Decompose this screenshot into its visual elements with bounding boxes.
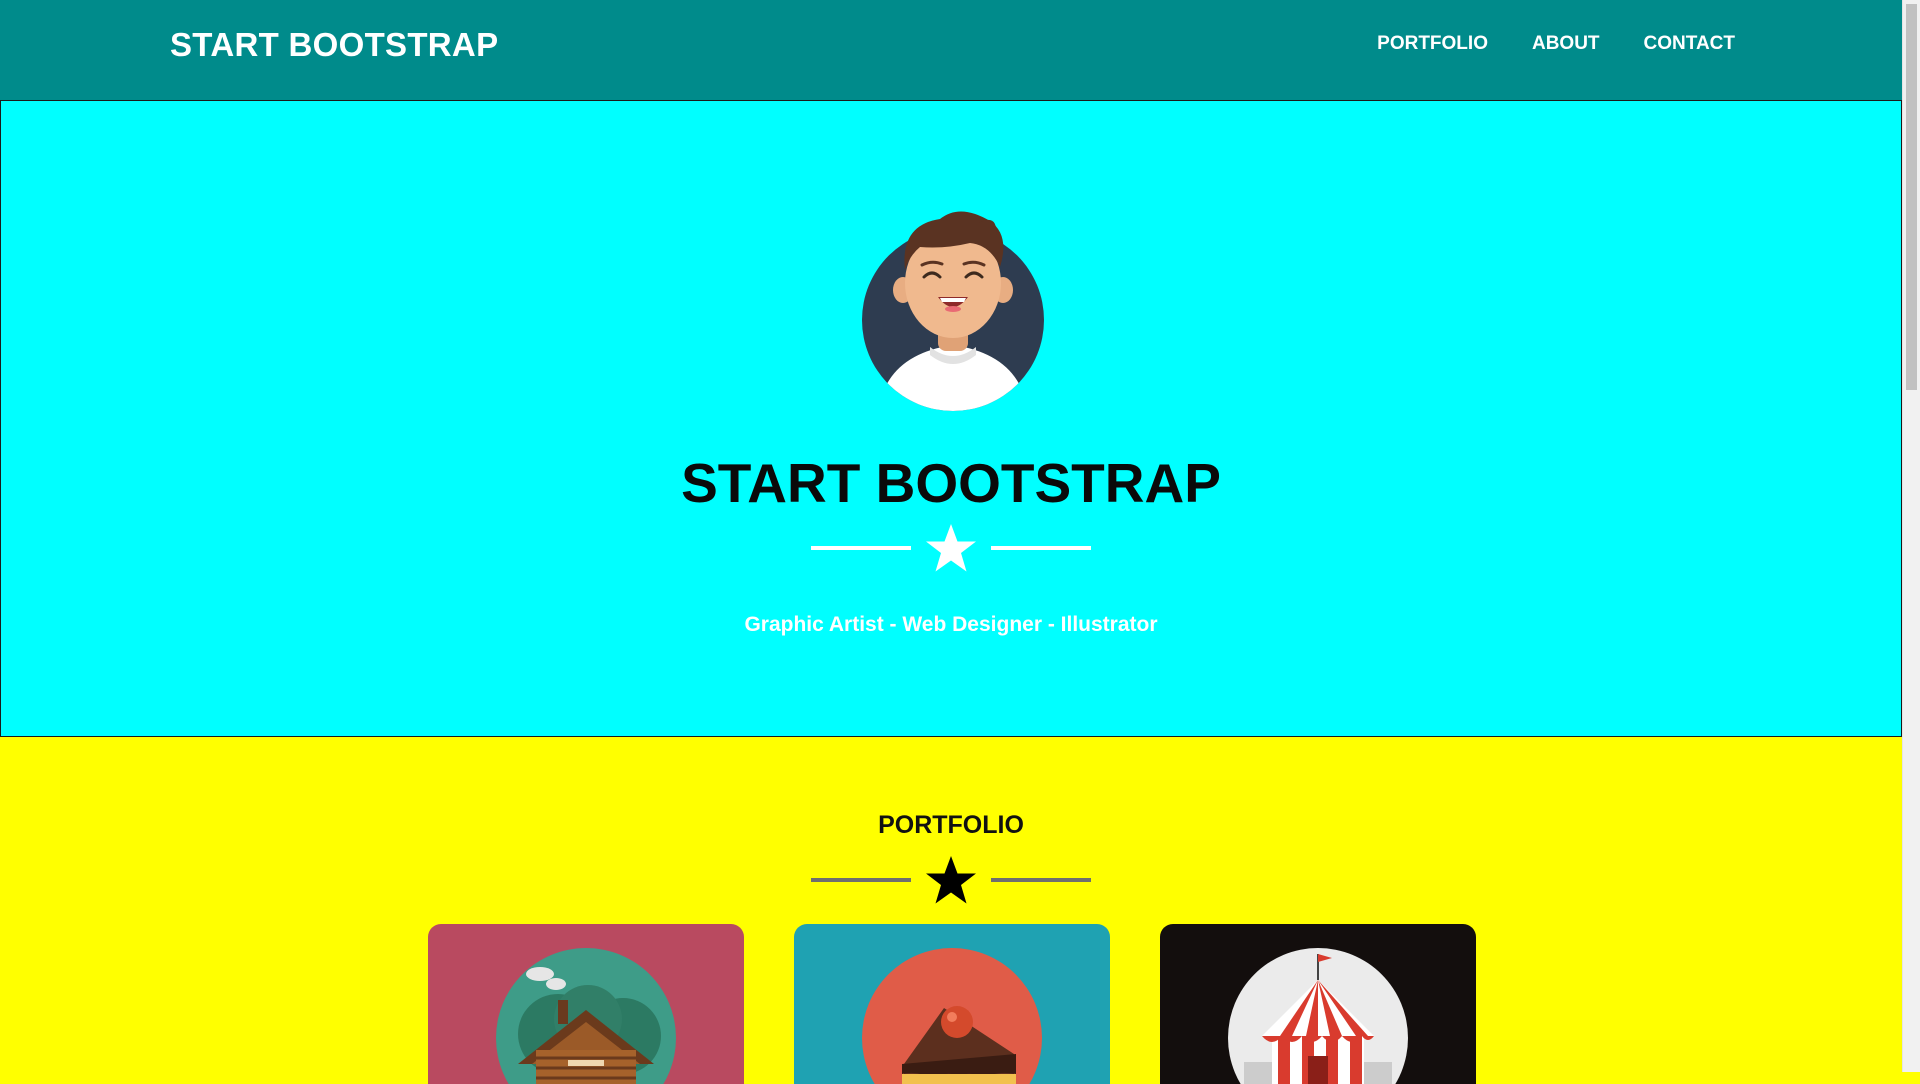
star-icon (926, 856, 976, 904)
hero-title: START BOOTSTRAP (681, 452, 1221, 514)
nav-link-about[interactable]: ABOUT (1532, 33, 1600, 55)
nav-links: PORTFOLIO ABOUT CONTACT (1333, 33, 1735, 55)
portfolio-item-cabin[interactable] (428, 924, 744, 1084)
portfolio-section: PORTFOLIO (0, 737, 1902, 1084)
cabin-icon (496, 948, 676, 1084)
portfolio-divider (0, 855, 1902, 905)
scrollbar[interactable] (1902, 0, 1920, 1072)
brand-link[interactable]: START BOOTSTRAP (170, 26, 498, 64)
divider-line-left (811, 546, 911, 550)
hero-subtitle: Graphic Artist - Web Designer - Illustra… (744, 613, 1158, 636)
hero-divider (1, 523, 1901, 573)
circus-tent-icon (1228, 948, 1408, 1084)
hero-section: START BOOTSTRAP Graphic Artist - Web Des… (0, 100, 1902, 737)
portfolio-item-circus-tent[interactable] (1160, 924, 1476, 1084)
divider-line-right (991, 878, 1091, 882)
cake-icon (862, 948, 1042, 1084)
portfolio-item-cake[interactable] (794, 924, 1110, 1084)
scrollbar-thumb[interactable] (1906, 4, 1917, 390)
divider-line-right (991, 546, 1091, 550)
divider-line-left (811, 878, 911, 882)
navbar: START BOOTSTRAP PORTFOLIO ABOUT CONTACT (0, 0, 1902, 100)
nav-link-portfolio[interactable]: PORTFOLIO (1377, 33, 1488, 55)
portfolio-title: PORTFOLIO (878, 811, 1024, 839)
star-icon (926, 524, 976, 572)
avatar-icon (862, 211, 1044, 411)
nav-link-contact[interactable]: CONTACT (1644, 33, 1735, 55)
